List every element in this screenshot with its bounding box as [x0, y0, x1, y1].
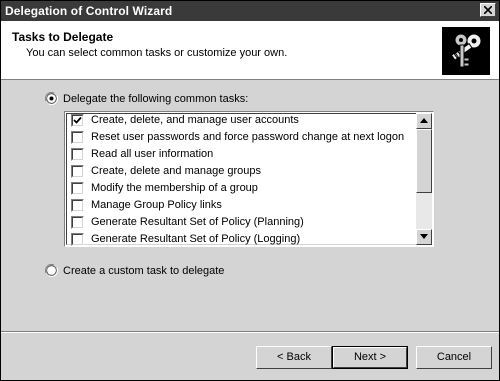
task-item-rsop-logging[interactable]: Generate Resultant Set of Policy (Loggin… — [71, 232, 411, 246]
task-item-rsop-planning[interactable]: Generate Resultant Set of Policy (Planni… — [71, 215, 411, 231]
wizard-window: Delegation of Control Wizard Tasks to De… — [0, 0, 500, 381]
task-item-reset-passwords[interactable]: Reset user passwords and force password … — [71, 130, 411, 146]
task-label: Modify the membership of a group — [91, 182, 258, 194]
task-label: Generate Resultant Set of Policy (Planni… — [91, 216, 304, 228]
task-label: Create, delete and manage groups — [91, 165, 262, 177]
arrow-down-icon — [420, 234, 428, 239]
task-item-manage-groups[interactable]: Create, delete and manage groups — [71, 164, 411, 180]
task-checkbox[interactable] — [71, 233, 84, 246]
scroll-thumb[interactable] — [416, 129, 432, 193]
page-subtitle: You can select common tasks or customize… — [26, 47, 288, 59]
window-title: Delegation of Control Wizard — [5, 4, 173, 18]
task-checkbox[interactable] — [71, 199, 84, 212]
footer-separator — [1, 331, 499, 333]
custom-task-radio[interactable] — [44, 263, 59, 278]
task-checkbox[interactable] — [71, 114, 84, 127]
task-checkbox[interactable] — [71, 148, 84, 161]
close-button[interactable] — [480, 3, 496, 17]
task-checkbox[interactable] — [71, 182, 84, 195]
task-label: Read all user information — [91, 148, 214, 160]
task-item-modify-membership[interactable]: Modify the membership of a group — [71, 181, 411, 197]
scroll-down-button[interactable] — [416, 229, 432, 245]
cancel-button[interactable]: Cancel — [416, 346, 492, 369]
delegate-common-radio[interactable] — [44, 91, 59, 106]
task-item-read-user-info[interactable]: Read all user information — [71, 147, 411, 163]
next-button-label: Next > — [353, 351, 387, 363]
arrow-up-icon — [420, 118, 428, 123]
cancel-button-label: Cancel — [436, 351, 472, 363]
task-label: Reset user passwords and force password … — [91, 131, 405, 143]
task-item-create-users[interactable]: Create, delete, and manage user accounts — [71, 113, 411, 129]
task-list-scrollbar[interactable] — [416, 113, 432, 245]
task-checkbox[interactable] — [71, 131, 84, 144]
delegate-common-label[interactable]: Delegate the following common tasks: — [63, 93, 248, 105]
back-button-label: < Back — [277, 351, 311, 363]
wizard-header: Tasks to Delegate You can select common … — [1, 21, 499, 80]
task-checkbox[interactable] — [71, 165, 84, 178]
task-label: Manage Group Policy links — [91, 199, 222, 211]
next-button[interactable]: Next > — [332, 346, 408, 369]
checkmark-icon — [73, 116, 82, 124]
task-list[interactable]: Create, delete, and manage user accounts… — [64, 111, 434, 247]
custom-task-label[interactable]: Create a custom task to delegate — [63, 265, 224, 277]
title-bar[interactable]: Delegation of Control Wizard — [1, 1, 499, 21]
task-item-group-policy-links[interactable]: Manage Group Policy links — [71, 198, 411, 214]
task-label: Create, delete, and manage user accounts — [91, 114, 299, 126]
close-icon — [484, 6, 492, 14]
scroll-up-button[interactable] — [416, 113, 432, 129]
keys-icon — [442, 27, 490, 75]
task-checkbox[interactable] — [71, 216, 84, 229]
back-button[interactable]: < Back — [256, 346, 332, 369]
task-label: Generate Resultant Set of Policy (Loggin… — [91, 233, 301, 245]
page-title: Tasks to Delegate — [12, 30, 114, 44]
